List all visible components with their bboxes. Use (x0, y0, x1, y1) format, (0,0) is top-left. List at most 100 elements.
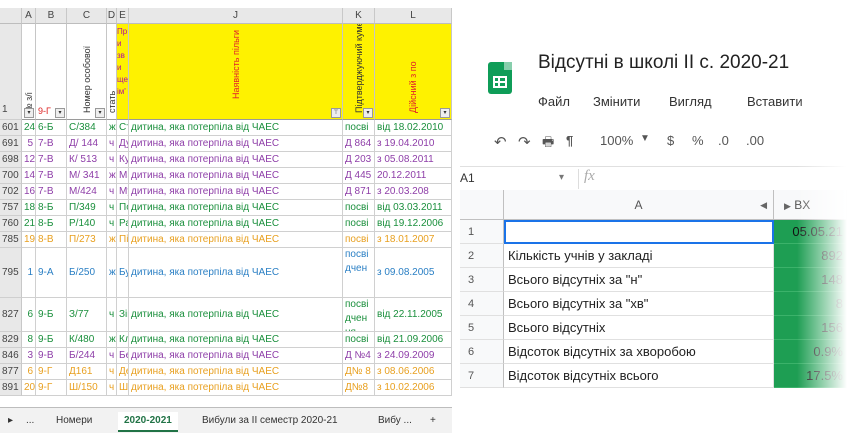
table-cell-b[interactable]: 8-Б (36, 200, 67, 216)
table-cell-l[interactable]: з 24.09.2009 (375, 348, 452, 364)
expand-right-icon[interactable]: ▶ (784, 201, 791, 211)
table-cell-j[interactable]: дитина, яка потерпіла від ЧАЕС (129, 348, 343, 364)
table-cell-a[interactable]: 8 (22, 332, 36, 348)
table-cell-e[interactable]: Кух (117, 152, 129, 168)
row-number[interactable]: 691 (0, 136, 22, 152)
table-cell-b[interactable]: 7-В (36, 184, 67, 200)
chevron-down-icon[interactable]: ▼ (640, 133, 650, 144)
table-cell-k[interactable]: Д 445 (343, 168, 375, 184)
table-cell-b[interactable]: 9-А (36, 248, 67, 298)
tab-2020-2021[interactable]: 2020-2021 (118, 412, 178, 432)
table-cell-c[interactable]: Р/140 (67, 216, 107, 232)
table-cell-j[interactable]: дитина, яка потерпіла від ЧАЕС (129, 136, 343, 152)
col-header-d[interactable]: D (107, 8, 117, 24)
print-icon[interactable]: 🖶 (542, 133, 554, 155)
paint-format-icon[interactable]: ¶ (566, 133, 573, 148)
table-cell-l[interactable]: з 19.04.2010 (375, 136, 452, 152)
increase-decimal-button[interactable]: .00 (746, 133, 764, 148)
filter-icon[interactable]: ▾ (55, 108, 65, 118)
table-cell-c[interactable]: М/ 341 (67, 168, 107, 184)
table-cell-k[interactable]: Д 871 (343, 184, 375, 200)
gs-row-number[interactable]: 1 (460, 220, 504, 244)
table-cell-b[interactable]: 8-В (36, 232, 67, 248)
select-all-corner[interactable] (0, 8, 22, 24)
tab-vybuly[interactable]: Вибули за II семестр 2020-21 (196, 412, 344, 430)
table-cell-c[interactable]: Ш/150 (67, 380, 107, 396)
header-cell-c[interactable]: Номер особової ▾ (67, 24, 107, 120)
table-cell-e[interactable]: Буй (117, 248, 129, 298)
table-cell-c[interactable]: К/480 (67, 332, 107, 348)
tab-nomery[interactable]: Номери (50, 412, 98, 430)
row-number[interactable]: 829 (0, 332, 22, 348)
menu-view[interactable]: Вигляд (669, 94, 712, 109)
table-cell-k[interactable]: Д 864 (343, 136, 375, 152)
table-cell-j[interactable]: дитина, яка потерпіла від ЧАЕС (129, 364, 343, 380)
table-cell-k[interactable]: посві дчен ня (343, 298, 375, 332)
table-cell-b[interactable]: 7-В (36, 136, 67, 152)
header-cell-a[interactable]: № з/і ▾ (22, 24, 36, 120)
gs-cell-a[interactable]: Відсоток відсутніх за хворобою (504, 340, 774, 364)
table-cell-d[interactable]: ж (107, 248, 117, 298)
row-number[interactable]: 760 (0, 216, 22, 232)
table-cell-l[interactable]: з 09.08.2005 (375, 248, 452, 298)
filter-icon[interactable]: ▾ (24, 108, 34, 118)
table-cell-k[interactable]: Д №4 (343, 348, 375, 364)
filter-active-icon[interactable]: ⊤ (331, 108, 341, 118)
table-cell-e[interactable]: Кло (117, 332, 129, 348)
table-cell-d[interactable]: ж (107, 332, 117, 348)
table-cell-a[interactable]: 5 (22, 136, 36, 152)
table-cell-a[interactable]: 19 (22, 232, 36, 248)
table-cell-e[interactable]: Сто (117, 120, 129, 136)
table-cell-e[interactable]: Бер (117, 348, 129, 364)
redo-icon[interactable]: ↷ (518, 133, 531, 151)
table-cell-c[interactable]: М/424 (67, 184, 107, 200)
gs-row-number[interactable]: 6 (460, 340, 504, 364)
table-cell-a[interactable]: 18 (22, 200, 36, 216)
scroll-tabs-icon[interactable]: ▸ (2, 412, 19, 430)
table-cell-d[interactable]: ч (107, 136, 117, 152)
row-number[interactable]: 700 (0, 168, 22, 184)
row-number[interactable]: 757 (0, 200, 22, 216)
table-cell-a[interactable]: 6 (22, 364, 36, 380)
table-cell-e[interactable]: Пік (117, 232, 129, 248)
table-cell-b[interactable]: 8-Б (36, 216, 67, 232)
table-cell-e[interactable]: Ден (117, 364, 129, 380)
table-cell-d[interactable]: ж (107, 168, 117, 184)
table-cell-d[interactable]: ч (107, 364, 117, 380)
name-box[interactable]: A1 (460, 171, 475, 185)
row-number[interactable]: 846 (0, 348, 22, 364)
tab-more[interactable]: ... (20, 412, 40, 430)
table-cell-c[interactable]: П/349 (67, 200, 107, 216)
table-cell-e[interactable]: Муз (117, 184, 129, 200)
row-number[interactable]: 785 (0, 232, 22, 248)
table-cell-j[interactable]: дитина, яка потерпіла від ЧАЕС (129, 216, 343, 232)
table-cell-d[interactable]: ч (107, 184, 117, 200)
table-cell-k[interactable]: посві дчен (343, 248, 375, 298)
sheets-logo-icon[interactable] (488, 62, 512, 94)
currency-button[interactable]: $ (667, 133, 674, 148)
gs-cell-a[interactable]: Всього відсутніх (504, 316, 774, 340)
col-header-k[interactable]: K (343, 8, 375, 24)
menu-file[interactable]: Файл (538, 94, 570, 109)
table-cell-b[interactable]: 7-В (36, 168, 67, 184)
table-cell-k[interactable]: посві (343, 232, 375, 248)
table-cell-j[interactable]: дитина, яка потерпіла від ЧАЕС (129, 200, 343, 216)
header-cell-l[interactable]: Дійсний з по ▾ (375, 24, 452, 120)
table-cell-a[interactable]: 6 (22, 298, 36, 332)
table-cell-e[interactable]: Шев (117, 380, 129, 396)
table-cell-d[interactable]: ч (107, 348, 117, 364)
col-header-c[interactable]: C (67, 8, 107, 24)
table-cell-a[interactable]: 24 (22, 120, 36, 136)
table-cell-a[interactable]: 12 (22, 152, 36, 168)
row-number[interactable]: 795 (0, 248, 22, 298)
gs-cell-a[interactable]: Кількість учнів у закладі (504, 244, 774, 268)
chevron-down-icon[interactable]: ▾ (559, 172, 564, 183)
col-header-l[interactable]: L (375, 8, 452, 24)
table-cell-c[interactable]: С/384 (67, 120, 107, 136)
row-number[interactable]: 827 (0, 298, 22, 332)
table-cell-a[interactable]: 21 (22, 216, 36, 232)
table-cell-k[interactable]: Д 203 (343, 152, 375, 168)
table-cell-j[interactable]: дитина, яка потерпіла від ЧАЕС (129, 298, 343, 332)
table-cell-j[interactable]: дитина, яка потерпіла від ЧАЕС (129, 168, 343, 184)
table-cell-c[interactable]: Б/244 (67, 348, 107, 364)
